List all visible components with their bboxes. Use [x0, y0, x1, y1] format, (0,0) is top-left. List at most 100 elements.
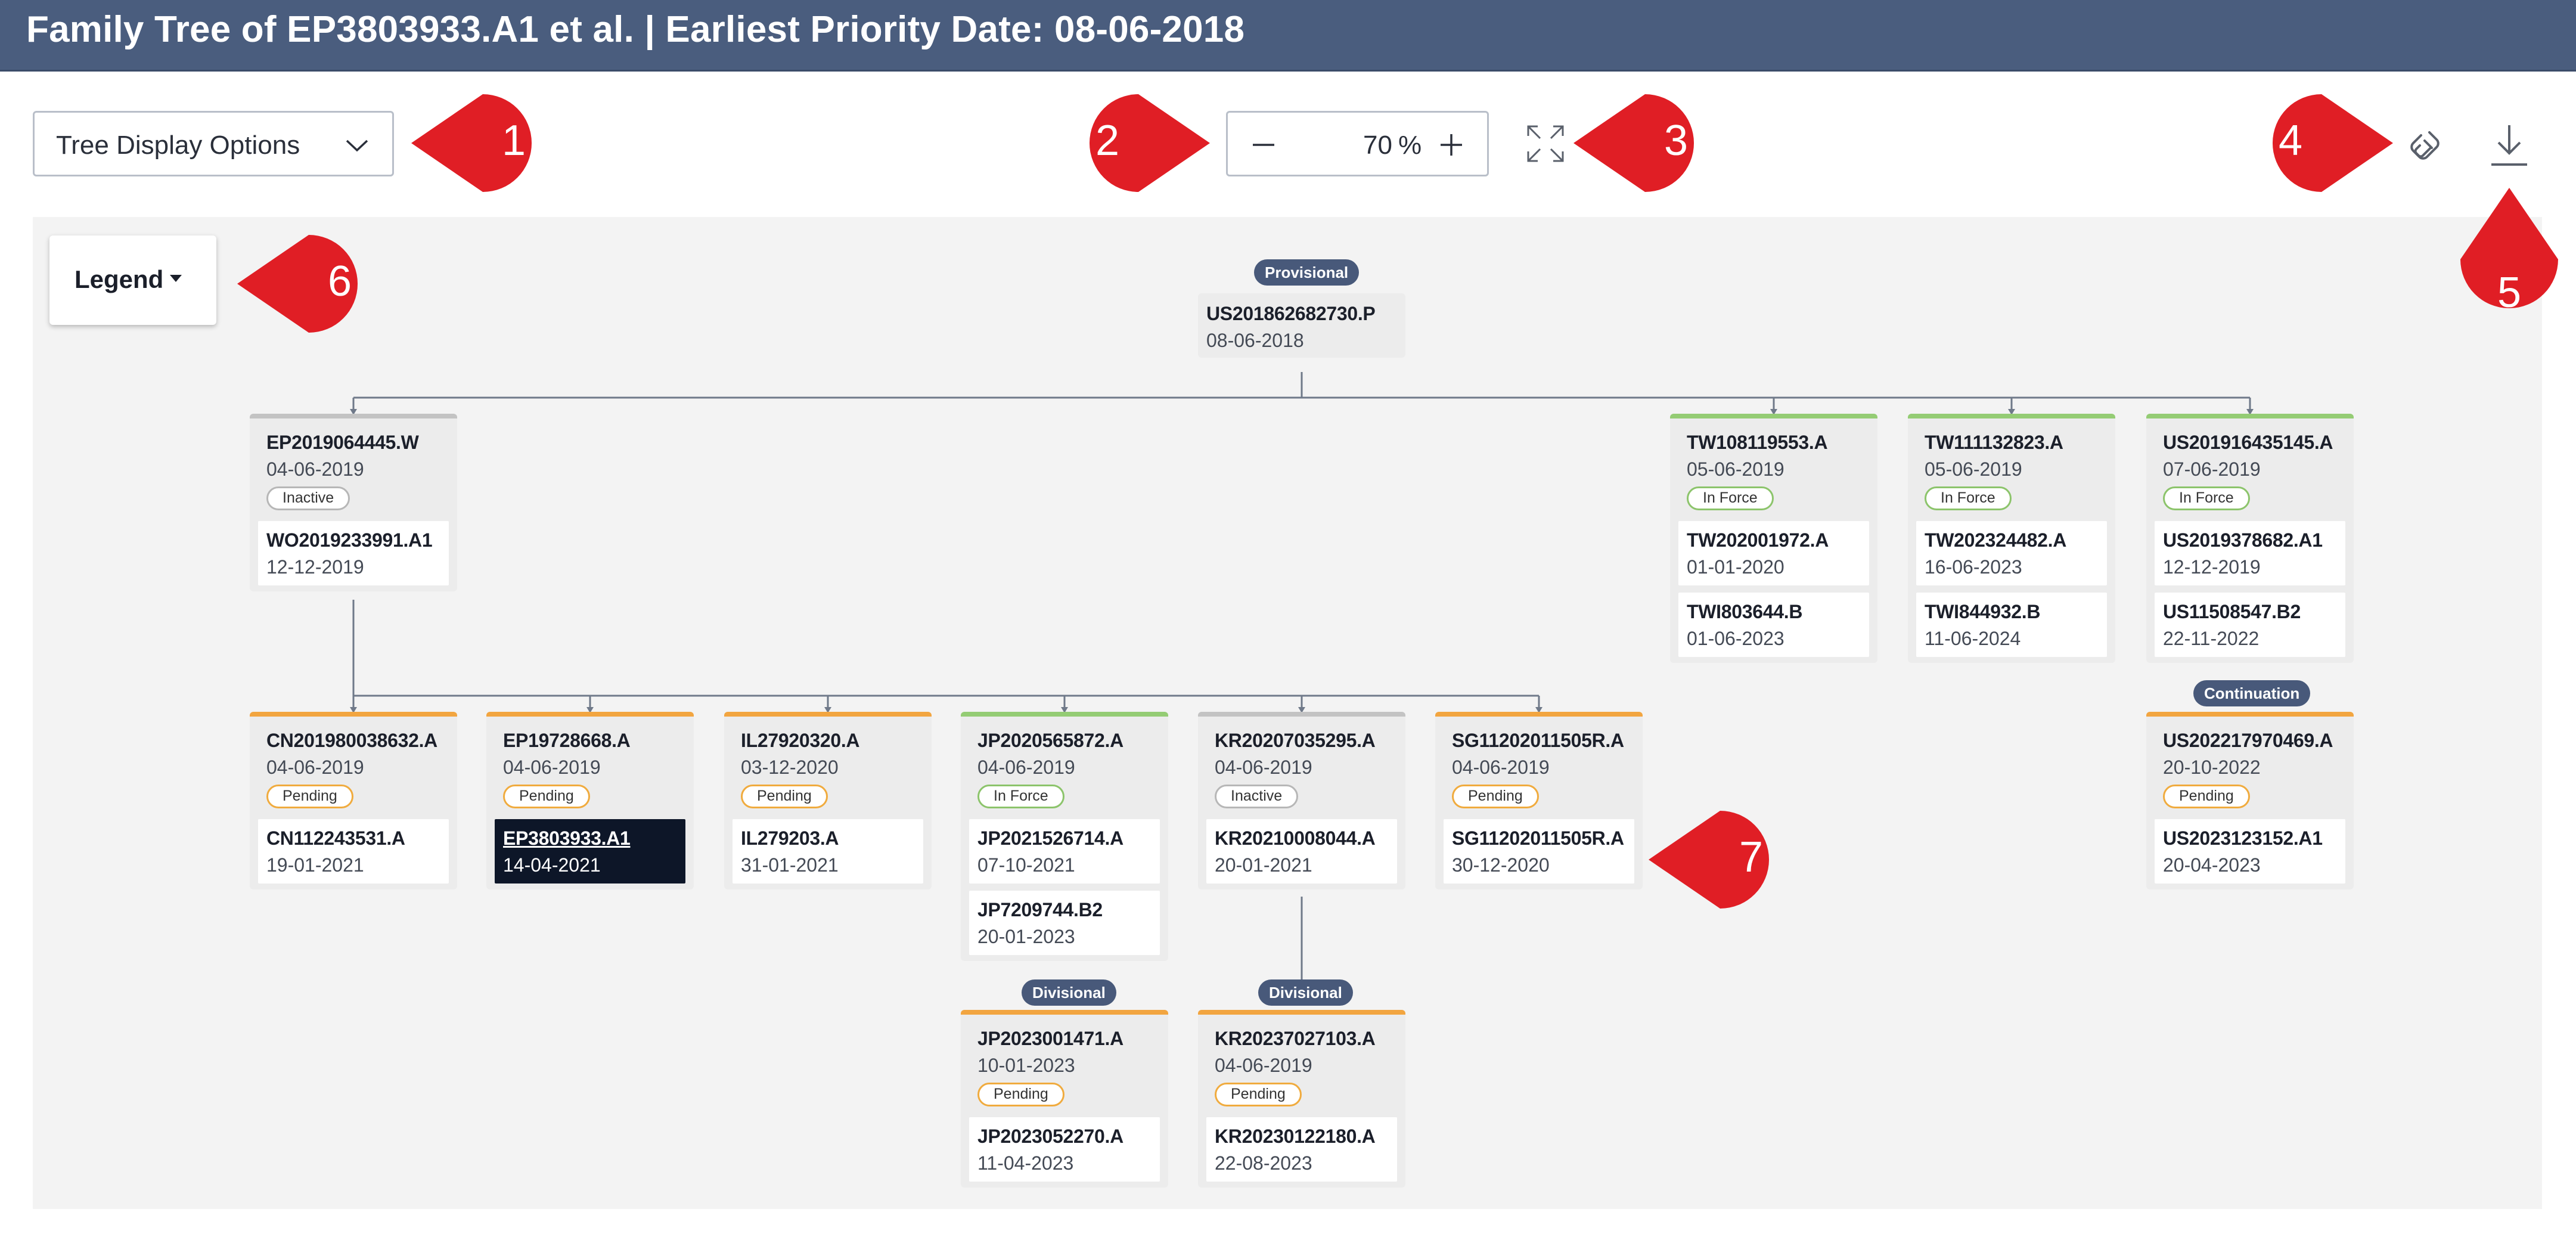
paperclip-link-icon[interactable]	[2403, 123, 2448, 168]
node-number[interactable]: EP19728668.A	[503, 730, 677, 752]
node-number[interactable]: SG11202011505R.A	[1452, 730, 1626, 752]
node-number[interactable]: KR20237027103.A	[1215, 1028, 1389, 1050]
family-node-kr2[interactable]: KR20237027103.A 04-06-2019 Pending KR202…	[1198, 1010, 1405, 1188]
status-badge: Pending	[1452, 785, 1539, 808]
family-node-ep[interactable]: EP19728668.A 04-06-2019 Pending EP380393…	[486, 712, 694, 889]
member-number[interactable]: TWI803644.B	[1687, 601, 1861, 623]
family-member[interactable]: US11508547.B2 22-11-2022	[2155, 593, 2345, 657]
family-node-kr[interactable]: KR20207035295.A 04-06-2019 Inactive KR20…	[1198, 712, 1405, 889]
node-number[interactable]: US201916435145.A	[2163, 432, 2337, 454]
member-number[interactable]: TW202324482.A	[1925, 529, 2099, 551]
node-number[interactable]: US201862682730.P	[1206, 303, 1397, 325]
member-number[interactable]: JP2021526714.A	[977, 827, 1152, 850]
member-date: 20-01-2021	[1215, 854, 1312, 876]
node-number[interactable]: TW108119553.A	[1687, 432, 1861, 454]
member-date: 16-06-2023	[1925, 556, 2022, 578]
member-number[interactable]: WO2019233991.A1	[266, 529, 440, 551]
member-date: 22-11-2022	[2163, 628, 2260, 649]
zoom-unit: %	[1398, 131, 1422, 160]
family-node-us2[interactable]: US202217970469.A 20-10-2022 Pending US20…	[2146, 712, 2354, 889]
tree-display-options-label: Tree Display Options	[56, 131, 300, 160]
family-node-tw2[interactable]: TW111132823.A 05-06-2019 In Force TW2023…	[1908, 414, 2115, 663]
member-number[interactable]: TW202001972.A	[1687, 529, 1861, 551]
member-date: 31-01-2021	[741, 854, 839, 876]
member-number[interactable]: TWI844932.B	[1925, 601, 2099, 623]
zoom-value[interactable]: 70	[1345, 131, 1392, 160]
plus-icon[interactable]	[1436, 129, 1467, 160]
member-number[interactable]: SG11202011505R.A	[1452, 827, 1626, 850]
family-member[interactable]: TW202324482.A 16-06-2023	[1916, 521, 2107, 585]
member-number[interactable]: JP2023052270.A	[977, 1126, 1152, 1148]
node-date: 20-10-2022	[2163, 757, 2261, 778]
family-member[interactable]: US2019378682.A1 12-12-2019	[2155, 521, 2345, 585]
callout-number: 2	[1095, 117, 1119, 165]
legend-button[interactable]: Legend	[49, 235, 216, 325]
member-date: 20-01-2023	[977, 926, 1075, 947]
family-member[interactable]: IL279203.A 31-01-2021	[733, 819, 923, 884]
minus-icon[interactable]	[1248, 129, 1279, 160]
node-number[interactable]: JP2020565872.A	[977, 730, 1152, 752]
family-node-jp2[interactable]: JP2023001471.A 10-01-2023 Pending JP2023…	[961, 1010, 1168, 1188]
member-date: 22-08-2023	[1215, 1152, 1312, 1174]
family-member[interactable]: TW202001972.A 01-01-2020	[1678, 521, 1869, 585]
member-number[interactable]: US11508547.B2	[2163, 601, 2337, 623]
member-number[interactable]: KR20210008044.A	[1215, 827, 1389, 850]
node-number[interactable]: EP2019064445.W	[266, 432, 440, 454]
provisional-tag: Provisional	[1254, 259, 1360, 286]
node-number[interactable]: US202217970469.A	[2163, 730, 2337, 752]
member-number[interactable]: IL279203.A	[741, 827, 915, 850]
family-node-cn[interactable]: CN201980038632.A 04-06-2019 Pending CN11…	[250, 712, 457, 889]
family-node-tw1[interactable]: TW108119553.A 05-06-2019 In Force TW2020…	[1670, 414, 1877, 663]
family-member[interactable]: TWI803644.B 01-06-2023	[1678, 593, 1869, 657]
node-date: 04-06-2019	[266, 757, 364, 778]
download-icon[interactable]	[2487, 122, 2532, 169]
callout-marker-1: 1	[411, 94, 532, 192]
family-member[interactable]: JP2021526714.A 07-10-2021	[969, 819, 1160, 884]
node-date: 04-06-2019	[977, 757, 1075, 778]
family-member-selected[interactable]: EP3803933.A1 14-04-2021	[495, 819, 685, 884]
family-member[interactable]: US2023123152.A1 20-04-2023	[2155, 819, 2345, 884]
node-number[interactable]: CN201980038632.A	[266, 730, 440, 752]
member-number[interactable]: KR20230122180.A	[1215, 1126, 1389, 1148]
family-node-jp[interactable]: JP2020565872.A 04-06-2019 In Force JP202…	[961, 712, 1168, 961]
family-node-sg[interactable]: SG11202011505R.A 04-06-2019 Pending SG11…	[1435, 712, 1643, 889]
caret-down-icon	[170, 275, 182, 282]
callout-marker-2: 2	[1089, 94, 1210, 192]
family-member[interactable]: JP7209744.B2 20-01-2023	[969, 891, 1160, 955]
status-badge: Pending	[977, 1083, 1064, 1106]
node-number[interactable]: KR20207035295.A	[1215, 730, 1389, 752]
family-tree-canvas[interactable]: Legend Provisional US201862682730.P 08-0…	[33, 217, 2542, 1209]
node-date: 05-06-2019	[1925, 458, 2022, 480]
member-number[interactable]: EP3803933.A1	[503, 827, 677, 850]
family-member[interactable]: TWI844932.B 11-06-2024	[1916, 593, 2107, 657]
status-badge: In Force	[1687, 486, 1774, 510]
family-member[interactable]: SG11202011505R.A 30-12-2020	[1444, 819, 1634, 884]
node-number[interactable]: IL27920320.A	[741, 730, 915, 752]
member-number[interactable]: JP7209744.B2	[977, 899, 1152, 921]
node-date: 10-01-2023	[977, 1055, 1075, 1076]
member-date: 01-01-2020	[1687, 556, 1784, 578]
member-date: 01-06-2023	[1687, 628, 1784, 649]
family-node-root[interactable]: US201862682730.P 08-06-2018	[1198, 293, 1405, 358]
member-number[interactable]: CN112243531.A	[266, 827, 440, 850]
chevron-down-icon	[346, 140, 368, 152]
family-node-us1[interactable]: US201916435145.A 07-06-2019 In Force US2…	[2146, 414, 2354, 663]
family-member[interactable]: JP2023052270.A 11-04-2023	[969, 1117, 1160, 1182]
family-member[interactable]: WO2019233991.A1 12-12-2019	[258, 521, 449, 585]
status-badge: Pending	[2163, 785, 2250, 808]
header-bar: Family Tree of EP3803933.A1 et al. | Ear…	[0, 0, 2576, 72]
member-date: 11-06-2024	[1925, 628, 2021, 649]
divisional-tag: Divisional	[1258, 979, 1353, 1006]
family-node-il[interactable]: IL27920320.A 03-12-2020 Pending IL279203…	[724, 712, 932, 889]
expand-icon[interactable]	[1525, 123, 1566, 165]
node-date: 04-06-2019	[1215, 757, 1312, 778]
family-member[interactable]: CN112243531.A 19-01-2021	[258, 819, 449, 884]
family-member[interactable]: KR20210008044.A 20-01-2021	[1206, 819, 1397, 884]
node-number[interactable]: JP2023001471.A	[977, 1028, 1152, 1050]
node-number[interactable]: TW111132823.A	[1925, 432, 2099, 454]
tree-display-options-dropdown[interactable]: Tree Display Options	[33, 111, 394, 176]
member-number[interactable]: US2023123152.A1	[2163, 827, 2337, 850]
member-number[interactable]: US2019378682.A1	[2163, 529, 2337, 551]
family-member[interactable]: KR20230122180.A 22-08-2023	[1206, 1117, 1397, 1182]
family-node-ep-w[interactable]: EP2019064445.W 04-06-2019 Inactive WO201…	[250, 414, 457, 591]
